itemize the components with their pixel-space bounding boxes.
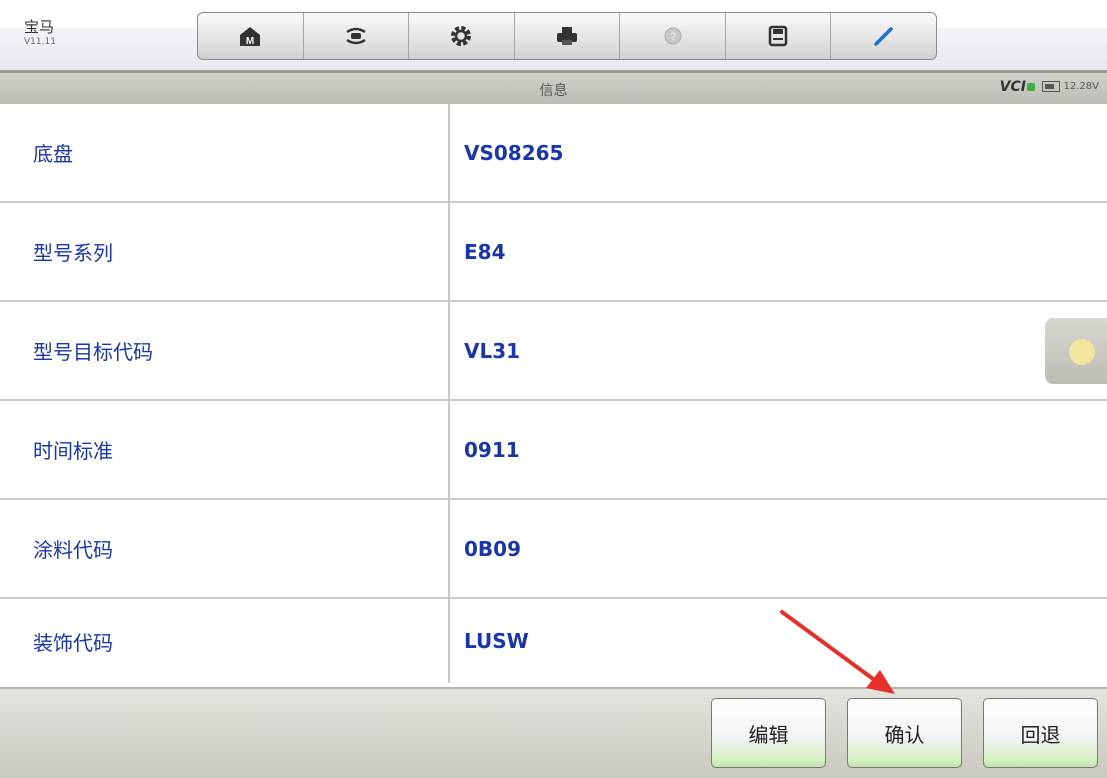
bottom-action-bar: 编辑 确认 回退 [0,687,1107,778]
info-header: 信息 VCI 12.28V [0,70,1107,104]
app-title: 宝马 V11.11 [24,20,56,47]
page-title: 信息 [539,83,568,99]
vci-connected-icon [1027,83,1035,91]
battery-voltage: 12.28V [1063,81,1099,92]
print-button[interactable] [515,13,621,59]
row-value: 0911 [448,401,1107,498]
table-row: 涂料代码 0B09 [0,500,1107,599]
row-label: 装饰代码 [33,630,113,655]
app-name: 宝马 [24,18,55,36]
row-label: 型号系列 [33,241,113,265]
help-button[interactable]: ? [620,13,726,59]
save-icon [768,25,788,47]
row-value: VL31 [448,302,1107,399]
home-button[interactable]: M [198,13,304,59]
edit-button[interactable]: 编辑 [711,698,826,768]
pen-icon [874,27,893,46]
edit-pen-button[interactable] [831,13,936,59]
settings-button[interactable] [409,13,515,59]
table-row: 型号系列 E84 [0,203,1107,302]
save-button[interactable] [726,13,832,59]
home-icon: M [240,27,261,47]
top-bar: 宝马 V11.11 M ? [0,0,1107,76]
printer-icon [557,27,578,45]
vehicle-swap-icon [346,27,366,45]
table-row: 型号目标代码 VL31 [0,302,1107,401]
table-row: 装饰代码 LUSW [0,599,1107,683]
back-button[interactable]: 回退 [983,698,1098,768]
row-value: VS08265 [448,104,1107,201]
table-row: 时间标准 0911 [0,401,1107,500]
gear-icon [451,26,472,46]
battery-status: 12.28V [1041,81,1099,92]
row-value: E84 [448,203,1107,300]
battery-icon [1041,81,1060,92]
floating-assistive-button[interactable] [1045,318,1107,384]
row-value: LUSW [448,599,1107,683]
help-icon: ? [664,27,682,45]
row-label: 底盘 [33,142,73,166]
svg-text:M: M [246,36,254,47]
vci-status: VCI [1000,79,1035,95]
vehicle-swap-button[interactable] [304,13,410,59]
floating-dot-icon [1069,339,1095,365]
vci-label: VCI [999,79,1026,95]
row-label: 型号目标代码 [33,340,153,364]
row-label: 涂料代码 [33,538,113,562]
toolbar: M ? [197,12,937,60]
info-table: 底盘 VS08265 型号系列 E84 型号目标代码 VL31 时间标准 091… [0,104,1107,683]
table-row: 底盘 VS08265 [0,104,1107,203]
row-value: 0B09 [448,500,1107,597]
row-label: 时间标准 [33,439,113,463]
confirm-button[interactable]: 确认 [847,698,962,768]
svg-text:?: ? [670,31,676,43]
app-version: V11.11 [24,37,56,47]
